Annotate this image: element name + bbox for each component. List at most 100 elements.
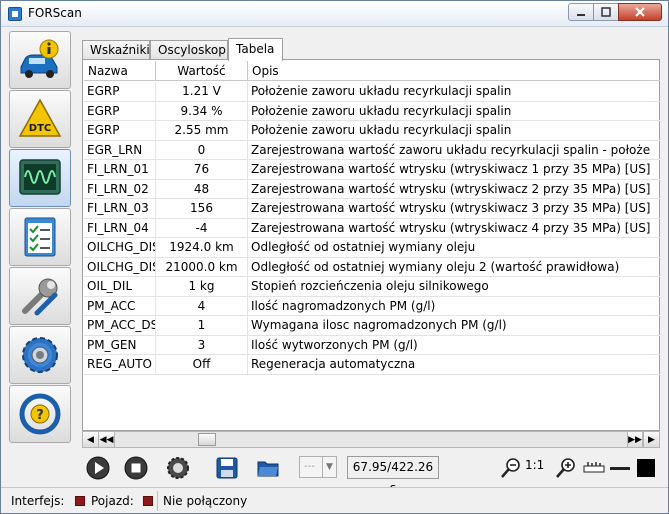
sidebar-dtc-button[interactable]: DTC — [9, 90, 71, 148]
cell-name: FI_LRN_02 — [84, 179, 156, 199]
window-title: FORScan — [28, 6, 82, 20]
tab-oscilloscope[interactable]: Oscyloskop — [150, 40, 228, 60]
zoom-in-icon — [556, 458, 575, 478]
table-row[interactable]: REG_AUTO Off Regeneracja automatyczna — [84, 355, 660, 375]
table-row[interactable]: OILCHG_DIS 1924.0 km Odległość od ostatnie… — [84, 238, 660, 258]
app-window: FORScan DTC ? Wskaźniki Oscyloskop Tabel… — [0, 0, 669, 514]
cell-description: Ilość wytworzonych PM (g/l) — [251, 337, 418, 352]
scroll-left-button[interactable]: ◀ — [83, 432, 99, 447]
stop-icon — [124, 456, 148, 480]
cell-description: Wymagana ilosc nagromadzonych PM (g/l) — [251, 318, 507, 332]
table-row[interactable]: OILCHG_DIS 21000.0 km Odległość od ostatni… — [84, 257, 660, 277]
play-icon — [86, 456, 110, 480]
cell-name: PM_ACC — [84, 296, 156, 316]
table-row[interactable]: FI_LRN_03 156 Zarejestrowana wartość wtrys… — [84, 199, 660, 219]
table-row[interactable]: OIL_DIL 1 kg Stopień rozcieńczenia oleju s… — [84, 277, 660, 297]
sidebar-config-button[interactable] — [9, 326, 71, 384]
svg-text:?: ? — [36, 408, 44, 423]
arrow-left-icon: ◀ — [87, 434, 94, 445]
column-header-description[interactable]: Opis — [248, 61, 660, 81]
maximize-icon — [601, 7, 611, 17]
interface-status-led — [75, 496, 85, 506]
zoom-out-button[interactable] — [497, 455, 525, 481]
maximize-button[interactable] — [593, 3, 619, 21]
cell-value: Off — [156, 355, 248, 374]
scroll-right-button[interactable]: ▶ — [643, 432, 659, 447]
scroll-end-button[interactable]: ▶▶ — [627, 432, 643, 447]
close-button[interactable] — [618, 3, 662, 21]
sidebar-help-button[interactable]: ? — [9, 385, 71, 443]
table-row[interactable]: EGR_LRN 0 Zarejestrowana wartość zaworu uk… — [84, 140, 660, 160]
horizontal-scrollbar[interactable]: ◀ ◀◀ ▶▶ ▶ — [82, 431, 660, 448]
cell-value: 48 — [156, 179, 248, 199]
column-header-name[interactable]: Nazwa — [84, 61, 156, 81]
cell-description: Zarejestrowana wartość wtrysku (wtryskiw… — [251, 201, 651, 215]
cell-value: 4 — [156, 296, 248, 316]
cell-value: 0 — [156, 140, 248, 160]
double-arrow-right-icon: ▶▶ — [628, 434, 642, 445]
table-row[interactable]: PM_ACC_DS 1 Wymagana ilosc nagromadzonych … — [84, 316, 660, 336]
cell-name: OIL_DIL — [84, 277, 156, 296]
table-body: EGRP 1.21 V Położenie zaworu układu recyrk… — [84, 82, 660, 375]
cell-description: Stopień rozcieńczenia oleju silnikowego — [251, 279, 489, 293]
cell-value: 1 kg — [156, 277, 248, 296]
open-button[interactable] — [254, 455, 282, 481]
play-button[interactable] — [84, 455, 112, 481]
scroll-start-button[interactable]: ◀◀ — [99, 432, 115, 447]
column-header-value[interactable]: Wartość — [156, 61, 248, 81]
title-bar[interactable]: FORScan — [1, 1, 668, 27]
scroll-thumb[interactable] — [198, 433, 216, 446]
cell-value: 1924.0 km — [156, 238, 248, 257]
cell-name: EGR_LRN — [84, 140, 156, 160]
color-button[interactable] — [632, 455, 660, 481]
sidebar-vehicle-info-button[interactable] — [9, 31, 71, 89]
channel-select-value: --- — [304, 461, 315, 472]
table-row[interactable]: EGRP 2.55 mm Położenie zaworu układu recyr… — [84, 121, 660, 141]
cell-description: Ilość nagromadzonych PM (g/l) — [251, 298, 436, 313]
tab-table[interactable]: Tabela — [228, 38, 283, 61]
minimize-icon — [577, 14, 585, 16]
table-row[interactable]: EGRP 9.34 % Położenie zaworu układu recyrk… — [84, 101, 660, 121]
cell-value: 1 — [156, 316, 248, 335]
dtc-icon: DTC — [18, 98, 62, 137]
save-icon — [216, 457, 238, 479]
chevron-down-icon: ▼ — [322, 457, 336, 477]
stop-button[interactable] — [122, 455, 150, 481]
close-icon — [635, 7, 645, 17]
vehicle-status-led — [143, 496, 153, 506]
cell-name: FI_LRN_01 — [84, 160, 156, 179]
cell-value: 3 — [156, 335, 248, 355]
settings-button[interactable] — [164, 455, 192, 481]
time-readout: 67.95/422.26 s — [347, 456, 439, 495]
cell-value: 156 — [156, 199, 248, 218]
table-row[interactable]: FI_LRN_02 48 Zarejestrowana wartość wtrysk… — [84, 179, 660, 199]
sidebar-oscilloscope-button[interactable] — [9, 149, 71, 207]
sidebar-tests-button[interactable] — [9, 208, 71, 266]
arrow-right-icon: ▶ — [648, 434, 655, 445]
checklist-icon — [24, 217, 56, 257]
open-folder-icon — [257, 461, 279, 477]
table-row[interactable]: PM_GEN 3 Ilość wytworzonych PM (g/l) — [84, 335, 660, 355]
zoom-in-button[interactable] — [552, 455, 580, 481]
minimize-button[interactable] — [568, 3, 594, 21]
sidebar-service-button[interactable] — [9, 267, 71, 325]
color-square-icon — [637, 459, 655, 477]
table-row[interactable]: PM_ACC 4 Ilość nagromadzonych PM (g/l) — [84, 296, 660, 316]
table-row[interactable]: EGRP 1.21 V Położenie zaworu układu recyrk… — [84, 82, 660, 102]
save-button[interactable] — [213, 455, 241, 481]
cell-value: 76 — [156, 160, 248, 179]
table-row[interactable]: FI_LRN_04 -4 Zarejestrowana wartość wtrysk… — [84, 218, 660, 238]
cell-value: 21000.0 km — [156, 257, 248, 277]
status-separator — [157, 491, 158, 511]
ruler-button[interactable] — [580, 455, 608, 481]
tab-indicators[interactable]: Wskaźniki — [82, 40, 150, 60]
cell-name: FI_LRN_03 — [84, 199, 156, 218]
sidebar: DTC ? — [9, 31, 71, 446]
table-row[interactable]: FI_LRN_01 76 Zarejestrowana wartość wtrysk… — [84, 160, 660, 180]
oscilloscope-icon — [19, 159, 61, 195]
vehicle-label: Pojazd: — [91, 494, 134, 508]
line-style-button[interactable] — [606, 455, 634, 481]
channel-select[interactable]: --- ▼ — [299, 456, 337, 478]
cell-description: Zarejestrowana wartość zaworu układu rec… — [251, 142, 651, 157]
zoom-ratio-button[interactable]: 1:1 — [525, 458, 544, 472]
